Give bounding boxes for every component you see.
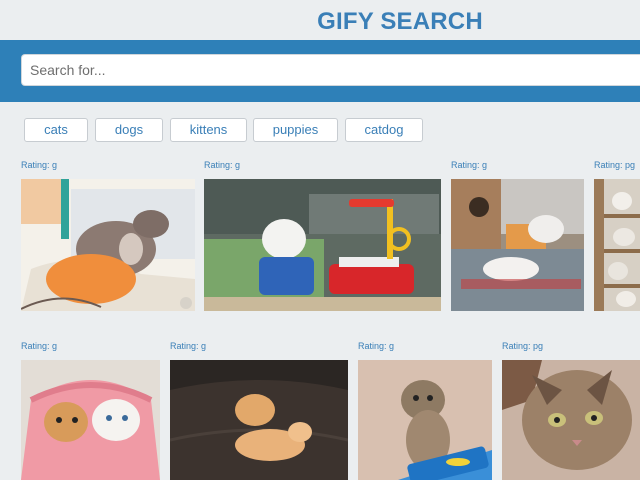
- page-title: GIFY SEARCH: [317, 8, 483, 35]
- tag-button-dogs[interactable]: dogs: [95, 118, 163, 142]
- gif-kittens-playing[interactable]: [451, 179, 584, 311]
- gif-rating: Rating: g: [451, 160, 488, 170]
- tag-button-catdog[interactable]: catdog: [345, 118, 423, 142]
- gif-cat-keyboard[interactable]: [204, 179, 441, 311]
- gif-rating: Rating: pg: [594, 160, 636, 170]
- header: GIFY SEARCH: [0, 0, 640, 40]
- gif-kitten-phone[interactable]: [358, 360, 492, 480]
- gif-rating: Rating: g: [21, 160, 58, 170]
- gif-cats-blanket[interactable]: [21, 360, 160, 480]
- tag-button-kittens[interactable]: kittens: [170, 118, 247, 142]
- gif-kittens-shelf[interactable]: [594, 179, 640, 311]
- gif-rating: Rating: g: [358, 341, 395, 351]
- gif-tabby-face[interactable]: [502, 360, 640, 480]
- tag-button-cats[interactable]: cats: [24, 118, 88, 142]
- gif-cartoon-cats[interactable]: [21, 179, 195, 311]
- gif-rating: Rating: pg: [502, 341, 544, 351]
- gif-rating: Rating: g: [204, 160, 241, 170]
- search-band: [0, 40, 640, 102]
- gif-cats-sofa[interactable]: [170, 360, 348, 480]
- gif-rating: Rating: g: [170, 341, 207, 351]
- tag-button-puppies[interactable]: puppies: [253, 118, 338, 142]
- search-input[interactable]: [21, 54, 640, 86]
- gif-rating: Rating: g: [21, 341, 58, 351]
